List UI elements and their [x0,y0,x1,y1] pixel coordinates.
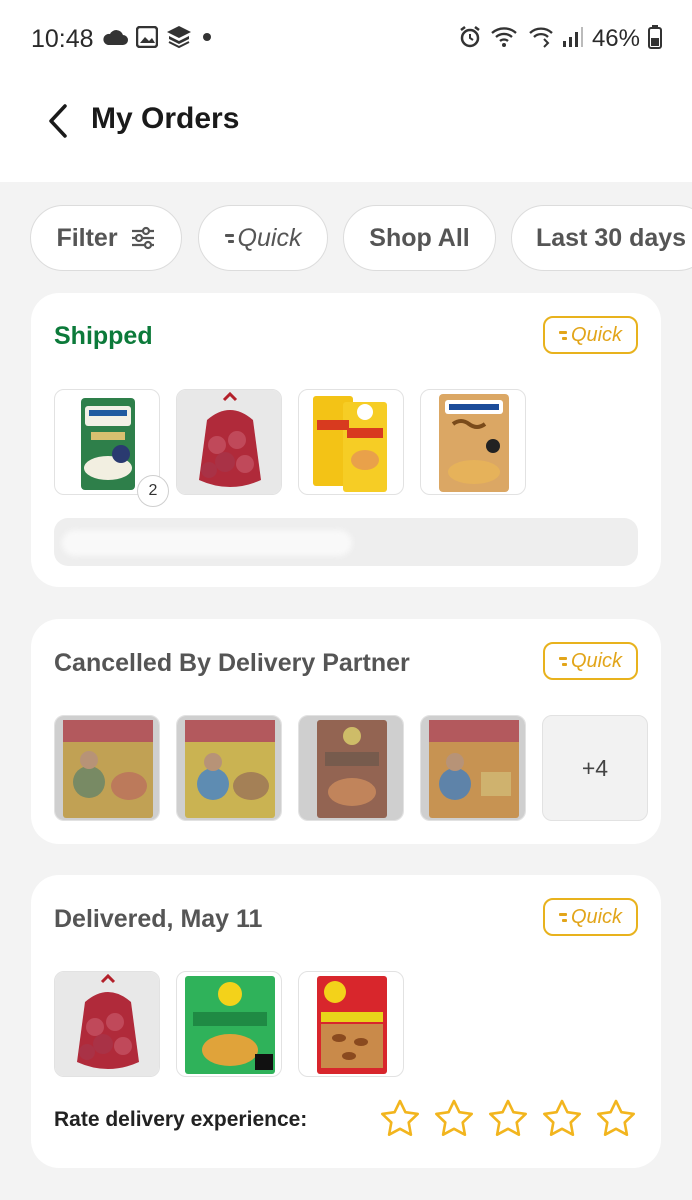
filter-chip-row: Filter Quick Shop All Last 30 days [30,205,692,271]
quick-badge[interactable]: Quick [543,642,638,680]
back-button[interactable] [38,99,78,143]
shop-all-chip-label: Shop All [369,223,470,252]
product-thumbnail-onion[interactable] [176,389,282,495]
quick-badge[interactable]: Quick [543,316,638,354]
quick-chip[interactable]: Quick [198,205,328,271]
page-title: My Orders [91,102,240,135]
more-items-tile[interactable]: +4 [542,715,648,821]
pasta-packs-image [313,396,387,492]
filter-chip[interactable]: Filter [30,205,182,271]
product-thumbnail-pasta-elbows[interactable] [298,389,404,495]
quick-badge-label: Quick [570,649,623,672]
dot-icon [200,30,214,49]
star-icon[interactable] [487,1098,529,1140]
product-thumbnail-aloo-sabji[interactable] [298,715,404,821]
masala-box-image [55,716,159,820]
almond-pack-image [317,976,387,1074]
order-status: Delivered, May 11 [54,905,263,933]
product-thumbnail-masala-biryani[interactable] [54,715,160,821]
star-icon[interactable] [433,1098,475,1140]
cloud-icon [102,28,128,51]
order-card-shipped[interactable]: Shipped Quick 2 [31,293,661,587]
star-icon[interactable] [541,1098,583,1140]
quick-logo-icon [224,233,234,243]
quick-logo-icon [558,656,567,666]
star-icon[interactable] [379,1098,421,1140]
product-thumbnail-onion[interactable] [54,971,160,1077]
back-arrow-icon [49,104,67,138]
weikfield-pasta-image [439,394,509,492]
order-card-delivered[interactable]: Delivered, May 11 Quick Rate delivery ex… [31,875,661,1168]
wifi-icon [528,25,554,54]
status-time: 10:48 [31,25,94,53]
order-status: Shipped [54,322,153,350]
quick-chip-label: Quick [237,223,302,252]
masala-box-image [177,716,281,820]
quantity-badge: 2 [137,475,169,507]
battery-percent: 46% [591,25,640,52]
quick-logo-icon [558,330,567,340]
status-bar: 10:48 46% [0,0,692,80]
star-rating [379,1098,637,1140]
snack-pack-image [185,976,275,1074]
app-header: My Orders [0,80,692,182]
sliders-icon [131,226,154,250]
date-range-chip-label: Last 30 days [536,223,687,252]
shop-all-chip[interactable]: Shop All [343,205,496,271]
order-status: Cancelled By Delivery Partner [54,649,410,677]
quick-badge[interactable]: Quick [543,898,638,936]
filter-chip-label: Filter [56,223,118,252]
order-card-cancelled[interactable]: Cancelled By Delivery Partner Quick +4 [31,619,661,844]
image-icon [135,25,159,53]
product-thumbnail-pasta[interactable] [420,389,526,495]
date-range-chip[interactable]: Last 30 days [511,205,692,271]
product-thumbnail-masala-paneer[interactable] [420,715,526,821]
quick-logo-icon [558,912,567,922]
star-icon[interactable] [595,1098,637,1140]
masala-box-image [299,716,403,820]
battery-icon [648,24,662,54]
stack-icon [166,25,192,54]
quick-badge-label: Quick [570,905,623,928]
onion-bag-image [55,972,159,1076]
product-thumbnail-party-mix[interactable] [176,971,282,1077]
redacted-text [62,530,352,556]
wifi-call-icon [490,25,520,54]
rate-delivery-label: Rate delivery experience: [54,1108,308,1131]
redacted-info-bar [54,518,638,566]
masala-box-image [421,716,525,820]
onion-bag-image [177,390,281,494]
signal-icon [562,26,584,53]
product-thumbnail-masala-chole[interactable] [176,715,282,821]
quick-badge-label: Quick [570,323,623,346]
alarm-icon [458,25,482,54]
product-thumbnail-almond[interactable] [298,971,404,1077]
